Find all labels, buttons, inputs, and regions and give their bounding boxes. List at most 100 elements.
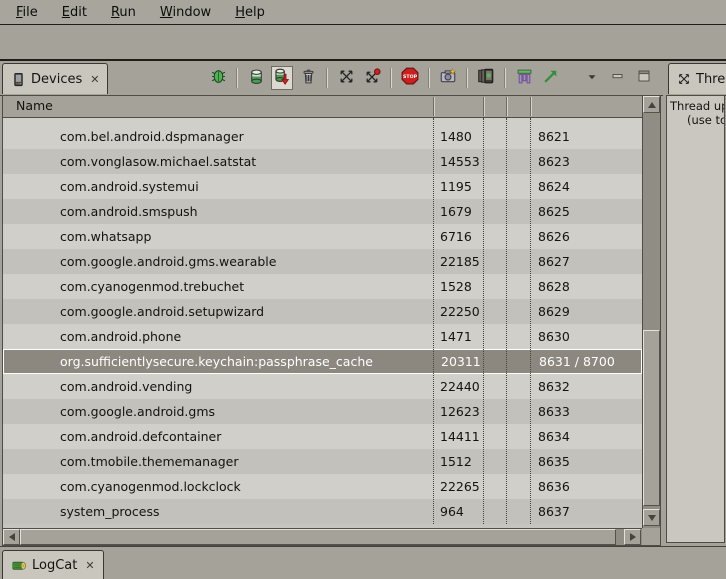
process-row[interactable]: com.bel.android.dspmanager14808621 (3, 124, 642, 149)
update-threads-button[interactable] (335, 66, 357, 90)
process-name-cell: com.bel.android.dspmanager (60, 124, 244, 149)
maximize-icon (636, 68, 652, 88)
process-row[interactable]: com.google.android.gms126238633 (3, 399, 642, 424)
chevron-down-icon (585, 69, 599, 88)
main-toolbar (0, 25, 726, 61)
device-icon (11, 72, 26, 87)
process-row[interactable]: com.android.systemui11958624 (3, 174, 642, 199)
process-row[interactable]: com.android.defcontainer144118634 (3, 424, 642, 449)
port-cell: 8626 (538, 224, 570, 249)
process-row[interactable]: com.whatsapp67168626 (3, 224, 642, 249)
tab-logcat-close-icon[interactable]: ✕ (85, 560, 94, 571)
process-name-cell: system_process (60, 499, 159, 524)
hierarchy-icon (516, 68, 533, 89)
process-name-cell: com.android.vending (60, 374, 192, 399)
process-row-selected[interactable]: org.sufficientlysecure.keychain:passphra… (3, 349, 642, 374)
menu-file[interactable]: File (4, 3, 50, 22)
start-method-profiling-button[interactable] (361, 66, 383, 90)
process-row[interactable]: com.google.android.setupwizard222508629 (3, 299, 642, 324)
toolbar-separator (504, 68, 506, 88)
systrace-button[interactable] (539, 66, 561, 90)
process-name-cell: com.vonglasow.michael.satstat (60, 149, 256, 174)
threads-content: Thread updates not enabled for selected … (666, 95, 725, 543)
port-cell: 8627 (538, 249, 570, 274)
process-row[interactable]: com.vonglasow.michael.satstat 14553 8623 (3, 149, 642, 174)
menu-edit[interactable]: Edit (50, 3, 99, 22)
menu-bar: FileEditRunWindowHelp (0, 0, 726, 25)
scroll-up-button[interactable] (643, 96, 660, 113)
vertical-scroll-thumb[interactable] (643, 330, 660, 506)
pid-cell: 22250 (440, 299, 480, 324)
scroll-left-button[interactable] (3, 529, 20, 545)
vertical-scrollbar[interactable] (642, 96, 660, 528)
pid-cell: 6716 (440, 224, 472, 249)
pid-cell: 14553 (440, 149, 480, 174)
process-row[interactable]: com.android.smspush16798625 (3, 199, 642, 224)
tab-logcat[interactable]: LogCat ✕ (2, 550, 104, 579)
tab-devices-close-icon[interactable]: ✕ (90, 74, 99, 85)
process-name-cell: com.google.android.gms.wearable (60, 249, 276, 274)
process-name-cell: com.google.android.gms (60, 399, 215, 424)
devices-toolbar: STOP (207, 63, 655, 93)
scroll-right-button[interactable] (624, 529, 641, 545)
down-arrow-icon (648, 515, 656, 521)
column-separator[interactable] (506, 97, 508, 116)
process-name-cell: com.android.phone (60, 324, 181, 349)
ddms-window: { "menu": { "items": ["File", "Edit", "R… (0, 0, 726, 577)
minimize-button[interactable] (607, 66, 629, 90)
menu-help[interactable]: Help (223, 3, 277, 22)
process-row[interactable]: com.cyanogenmod.trebuchet15288628 (3, 274, 642, 299)
tab-threads[interactable]: Threads (668, 63, 726, 94)
process-row[interactable]: com.tmobile.thememanager15128635 (3, 449, 642, 474)
menu-run[interactable]: Run (99, 3, 148, 22)
device-screen-view-button[interactable] (475, 66, 497, 90)
threads-icon (338, 68, 355, 89)
column-separator[interactable] (483, 97, 485, 116)
port-cell: 8623 (538, 149, 570, 174)
pid-cell: 1512 (440, 449, 472, 474)
pid-cell: 22185 (440, 249, 480, 274)
dump-hprof-button[interactable] (271, 66, 293, 90)
table-header[interactable]: Name (3, 96, 642, 118)
screen-capture-button[interactable] (437, 66, 459, 90)
view-menu-button[interactable] (581, 66, 603, 90)
update-heap-button[interactable] (245, 66, 267, 90)
bug-icon (210, 68, 227, 89)
horizontal-scrollbar[interactable] (3, 528, 642, 545)
process-name-cell: com.android.defcontainer (60, 424, 221, 449)
column-separator[interactable] (433, 97, 435, 116)
process-row[interactable]: com.google.android.gms.wearable 22185 8627 (3, 249, 642, 274)
pid-cell: 1471 (440, 324, 472, 349)
right-arrow-icon (630, 533, 636, 541)
maximize-button[interactable] (633, 66, 655, 90)
profiling-icon (364, 68, 381, 89)
systrace-icon (542, 68, 559, 89)
stop-process-button[interactable]: STOP (399, 66, 421, 90)
hierarchy-view-button[interactable] (513, 66, 535, 90)
debug-process-button[interactable] (207, 66, 229, 90)
process-row[interactable]: system_process9648637 (3, 499, 642, 524)
port-cell: 8630 (538, 324, 570, 349)
process-name-cell: com.android.systemui (60, 174, 199, 199)
port-cell: 8625 (538, 199, 570, 224)
toolbar-separator (236, 68, 238, 88)
logcat-strip: LogCat ✕ (0, 546, 726, 578)
process-row[interactable]: com.android.vending224408632 (3, 374, 642, 399)
column-header-name[interactable]: Name (16, 96, 53, 116)
heap-icon (248, 68, 265, 89)
horizontal-scroll-thumb[interactable] (20, 529, 616, 545)
menu-window[interactable]: Window (148, 3, 223, 22)
process-row[interactable]: com.cyanogenmod.lockclock222658636 (3, 474, 642, 499)
cause-gc-button[interactable] (297, 66, 319, 90)
process-name-cell: com.cyanogenmod.lockclock (60, 474, 241, 499)
svg-text:STOP: STOP (403, 74, 418, 80)
scroll-down-button[interactable] (643, 509, 660, 526)
column-separator[interactable] (530, 97, 532, 116)
process-name-cell: com.android.smspush (60, 199, 198, 224)
tab-devices[interactable]: Devices ✕ (2, 63, 108, 94)
process-row[interactable]: com.android.phone 1471 8630 (3, 324, 642, 349)
left-arrow-icon (9, 533, 15, 541)
port-cell: 8635 (538, 449, 570, 474)
port-cell: 8637 (538, 499, 570, 524)
up-arrow-icon (648, 102, 656, 108)
